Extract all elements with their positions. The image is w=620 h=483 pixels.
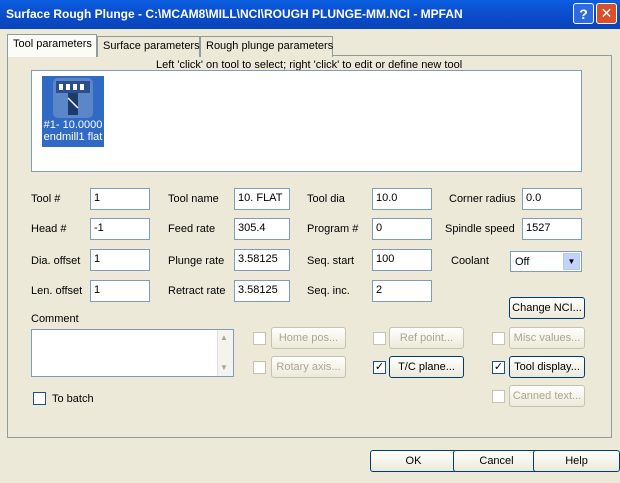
tool-number-label: Tool # bbox=[31, 193, 61, 205]
canned-text-button[interactable]: Canned text... bbox=[509, 385, 585, 407]
rotary-axis-checkbox[interactable] bbox=[253, 361, 266, 374]
coolant-select[interactable]: Off ▼ bbox=[510, 251, 582, 272]
plunge-rate-field[interactable]: 3.58125 bbox=[234, 249, 290, 271]
tool-dia-field[interactable]: 10.0 bbox=[372, 188, 432, 210]
tool-name-field[interactable]: 10. FLAT bbox=[234, 188, 290, 210]
cancel-button[interactable]: Cancel bbox=[453, 450, 540, 472]
head-number-label: Head # bbox=[31, 223, 67, 235]
len-offset-label: Len. offset bbox=[31, 285, 83, 297]
len-offset-field[interactable]: 1 bbox=[90, 280, 150, 302]
to-batch-checkbox[interactable] bbox=[33, 392, 46, 405]
tab-tool-parameters[interactable]: Tool parameters bbox=[7, 34, 97, 57]
to-batch-label: To batch bbox=[52, 393, 94, 405]
spindle-speed-field[interactable]: 1527 bbox=[522, 218, 582, 240]
coolant-label: Coolant bbox=[451, 255, 489, 267]
retract-rate-label: Retract rate bbox=[168, 285, 226, 297]
change-nci-button[interactable]: Change NCI... bbox=[509, 297, 585, 319]
spindle-speed-label: Spindle speed bbox=[445, 223, 515, 235]
dia-offset-field[interactable]: 1 bbox=[90, 249, 150, 271]
close-title-button[interactable]: ✕ bbox=[596, 3, 617, 24]
comment-label: Comment bbox=[31, 313, 79, 325]
tc-plane-checkbox[interactable]: ✓ bbox=[373, 361, 386, 374]
seq-start-field[interactable]: 100 bbox=[372, 249, 432, 271]
corner-radius-field[interactable]: 0.0 bbox=[522, 188, 582, 210]
head-number-field[interactable]: -1 bbox=[90, 218, 150, 240]
seq-inc-field[interactable]: 2 bbox=[372, 280, 432, 302]
close-icon: ✕ bbox=[600, 5, 613, 21]
tool-item-number: #1- 10.0000 bbox=[43, 119, 103, 131]
tab-surface-parameters[interactable]: Surface parameters bbox=[97, 36, 200, 57]
tool-name-label: Tool name bbox=[168, 193, 219, 205]
retract-rate-field[interactable]: 3.58125 bbox=[234, 280, 290, 302]
tool-list[interactable] bbox=[31, 70, 582, 172]
plunge-rate-label: Plunge rate bbox=[168, 255, 225, 267]
home-pos-checkbox[interactable] bbox=[253, 332, 266, 345]
feed-rate-label: Feed rate bbox=[168, 223, 216, 235]
chevron-down-icon[interactable]: ▼ bbox=[563, 253, 580, 270]
home-pos-button[interactable]: Home pos... bbox=[271, 327, 346, 349]
misc-values-button[interactable]: Misc values... bbox=[509, 327, 585, 349]
scroll-down-icon: ▼ bbox=[220, 363, 228, 372]
feed-rate-field[interactable]: 305.4 bbox=[234, 218, 290, 240]
tool-display-button[interactable]: Tool display... bbox=[509, 356, 585, 378]
help-title-button[interactable]: ? bbox=[573, 3, 594, 24]
corner-radius-label: Corner radius bbox=[449, 193, 516, 205]
program-number-label: Program # bbox=[307, 223, 359, 235]
tab-rough-plunge-parameters[interactable]: Rough plunge parameters bbox=[200, 36, 333, 57]
coolant-value: Off bbox=[515, 256, 530, 268]
ok-button[interactable]: OK bbox=[370, 450, 457, 472]
dia-offset-label: Dia. offset bbox=[31, 255, 81, 267]
tool-item-name: endmill1 flat bbox=[43, 131, 103, 143]
comment-textarea[interactable]: ▲ ▼ bbox=[31, 329, 234, 377]
rotary-axis-button[interactable]: Rotary axis... bbox=[271, 356, 346, 378]
misc-values-checkbox[interactable] bbox=[492, 332, 505, 345]
canned-text-checkbox[interactable] bbox=[492, 390, 505, 403]
window-title: Surface Rough Plunge - C:\MCAM8\MILL\NCI… bbox=[6, 7, 463, 21]
ref-point-checkbox[interactable] bbox=[373, 332, 386, 345]
comment-scrollbar[interactable]: ▲ ▼ bbox=[217, 330, 233, 376]
scroll-up-icon: ▲ bbox=[220, 333, 228, 342]
ref-point-button[interactable]: Ref point... bbox=[389, 327, 464, 349]
tc-plane-button[interactable]: T/C plane... bbox=[389, 356, 464, 378]
endmill-icon bbox=[53, 78, 93, 118]
seq-start-label: Seq. start bbox=[307, 255, 355, 267]
tool-dia-label: Tool dia bbox=[307, 193, 345, 205]
tool-item[interactable]: #1- 10.0000 endmill1 flat bbox=[42, 76, 104, 147]
program-number-field[interactable]: 0 bbox=[372, 218, 432, 240]
tool-number-field[interactable]: 1 bbox=[90, 188, 150, 210]
help-button[interactable]: Help bbox=[533, 450, 620, 472]
seq-inc-label: Seq. inc. bbox=[307, 285, 350, 297]
question-icon: ? bbox=[579, 5, 588, 22]
title-bar: Surface Rough Plunge - C:\MCAM8\MILL\NCI… bbox=[0, 0, 620, 29]
tool-display-checkbox[interactable]: ✓ bbox=[492, 361, 505, 374]
